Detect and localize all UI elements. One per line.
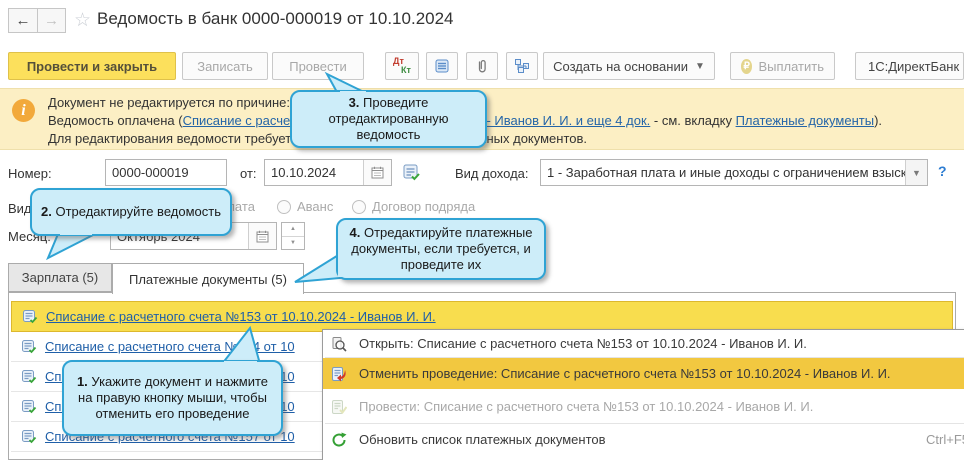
- paperclip-icon: [478, 59, 486, 73]
- document-check-icon: [22, 369, 37, 383]
- linked-documents-button[interactable]: [506, 52, 538, 80]
- save-button[interactable]: Записать: [182, 52, 268, 80]
- magnifier-icon: [331, 336, 349, 352]
- shortcut-label: Ctrl+F5: [926, 432, 964, 447]
- structure-icon: [515, 59, 529, 73]
- callout-text: 2. Отредактируйте ведомость: [41, 204, 221, 219]
- calendar-icon[interactable]: [248, 223, 276, 249]
- register-icon: [435, 59, 449, 73]
- pay-button[interactable]: ₽ Выплатить: [730, 52, 835, 80]
- menu-item-refresh[interactable]: Обновить список платежных документов Ctr…: [323, 424, 964, 455]
- help-icon[interactable]: ?: [938, 163, 947, 179]
- number-input[interactable]: 0000-000019: [105, 159, 227, 186]
- dtkt-postings-button[interactable]: Дт Кт: [385, 52, 419, 80]
- callout-step2: 2. Отредактируйте ведомость: [30, 188, 232, 236]
- radio-circle: [277, 199, 291, 214]
- forward-button[interactable]: →: [37, 8, 66, 33]
- tail-join: [224, 361, 257, 365]
- banner-line1: Документ не редактируется по причине:: [48, 95, 291, 110]
- table-row[interactable]: Списание с расчетного счета №153 от 10.1…: [11, 301, 953, 332]
- document-check-icon: [22, 429, 37, 443]
- info-icon: i: [12, 99, 35, 122]
- tab-payment-documents-label: Платежные документы (5): [129, 271, 287, 287]
- callout-step1: 1. Укажите документ и нажмите на правую …: [62, 360, 283, 436]
- banner-line2-mid: - см. вкладку: [650, 113, 736, 128]
- register-check-icon[interactable]: [402, 163, 421, 182]
- page-title: Ведомость в банк 0000-000019 от 10.10.20…: [97, 9, 454, 28]
- stepper-up-icon[interactable]: ▲: [282, 223, 304, 237]
- tab-salary-label: Зарплата (5): [21, 270, 99, 285]
- document-check-icon: [23, 309, 38, 323]
- banner-line2-prefix: Ведомость оплачена (: [48, 113, 183, 128]
- chevron-down-icon[interactable]: ▼: [905, 160, 927, 185]
- radio-advance-label: Аванс: [297, 199, 334, 214]
- create-based-on-button[interactable]: Создать на основании ▼: [543, 52, 715, 80]
- date-value: 10.10.2024: [271, 165, 337, 180]
- post-and-close-button[interactable]: Провести и закрыть: [8, 52, 176, 80]
- callout-step4: 4. Отредактируйте платежные документы, е…: [336, 218, 546, 280]
- menu-item-open[interactable]: Открыть: Списание с расчетного счета №15…: [323, 330, 964, 357]
- income-type-value: 1 - Заработная плата и иные доходы с огр…: [547, 165, 922, 180]
- document-check-icon: [22, 399, 37, 413]
- radio-advance[interactable]: Аванс: [277, 199, 333, 214]
- callout-text: 1. Укажите документ и нажмите на правую …: [76, 374, 269, 421]
- pay-label: Выплатить: [758, 58, 824, 74]
- callout-text: 3. Проведите отредактированную ведомость: [328, 95, 449, 142]
- menu-item-label: Отменить проведение: Списание с расчетно…: [359, 366, 891, 381]
- number-value: 0000-000019: [112, 165, 189, 180]
- create-based-on-label: Создать на основании: [553, 58, 688, 74]
- tail-join: [60, 231, 92, 235]
- tail-join: [340, 91, 366, 95]
- tab-salary[interactable]: Зарплата (5): [8, 263, 112, 292]
- refresh-icon: [331, 432, 349, 448]
- directbank-label: 1С:ДиректБанк: [868, 58, 960, 74]
- income-type-combo[interactable]: 1 - Заработная плата и иные доходы с огр…: [540, 159, 928, 186]
- menu-item-label: Открыть: Списание с расчетного счета №15…: [359, 336, 807, 351]
- date-input[interactable]: 10.10.2024: [264, 159, 392, 186]
- post-document-icon: [331, 399, 349, 415]
- callout-text: 4. Отредактируйте платежные документы, е…: [349, 225, 533, 272]
- dtkt-icon: Дт Кт: [393, 56, 411, 75]
- cancel-posting-icon: [331, 366, 349, 382]
- favorite-star-icon[interactable]: ☆: [74, 9, 91, 32]
- context-menu: Открыть: Списание с расчетного счета №15…: [322, 329, 964, 460]
- ruble-icon: ₽: [741, 58, 753, 74]
- income-type-label: Вид дохода:: [455, 166, 529, 181]
- radio-contract[interactable]: Договор подряда: [352, 199, 475, 214]
- app-window: ← → ☆ Ведомость в банк 0000-000019 от 10…: [0, 0, 964, 460]
- menu-item-post[interactable]: Провести: Списание с расчетного счета №1…: [323, 391, 964, 422]
- callout-step3: 3. Проведите отредактированную ведомость: [290, 90, 487, 148]
- radio-contract-label: Договор подряда: [372, 199, 476, 214]
- date-label: от:: [240, 166, 257, 181]
- radio-circle: [352, 199, 366, 214]
- calendar-icon[interactable]: [363, 160, 391, 185]
- menu-item-cancel-posting[interactable]: Отменить проведение: Списание с расчетно…: [323, 358, 964, 389]
- register-records-button[interactable]: [426, 52, 458, 80]
- attachments-button[interactable]: [466, 52, 498, 80]
- document-check-icon: [22, 339, 37, 353]
- chevron-down-icon: ▼: [694, 60, 705, 72]
- number-label: Номер:: [8, 166, 52, 181]
- banner-payment-docs-link[interactable]: Платежные документы: [736, 113, 874, 128]
- menu-item-label: Обновить список платежных документов: [359, 432, 606, 447]
- back-button[interactable]: ←: [8, 8, 37, 33]
- menu-item-label: Провести: Списание с расчетного счета №1…: [359, 399, 814, 414]
- tail-join: [338, 255, 342, 277]
- directbank-button[interactable]: 1С:ДиректБанк: [855, 52, 964, 80]
- banner-line2-suffix: ).: [874, 113, 883, 128]
- tab-payment-documents[interactable]: Платежные документы (5): [112, 263, 304, 294]
